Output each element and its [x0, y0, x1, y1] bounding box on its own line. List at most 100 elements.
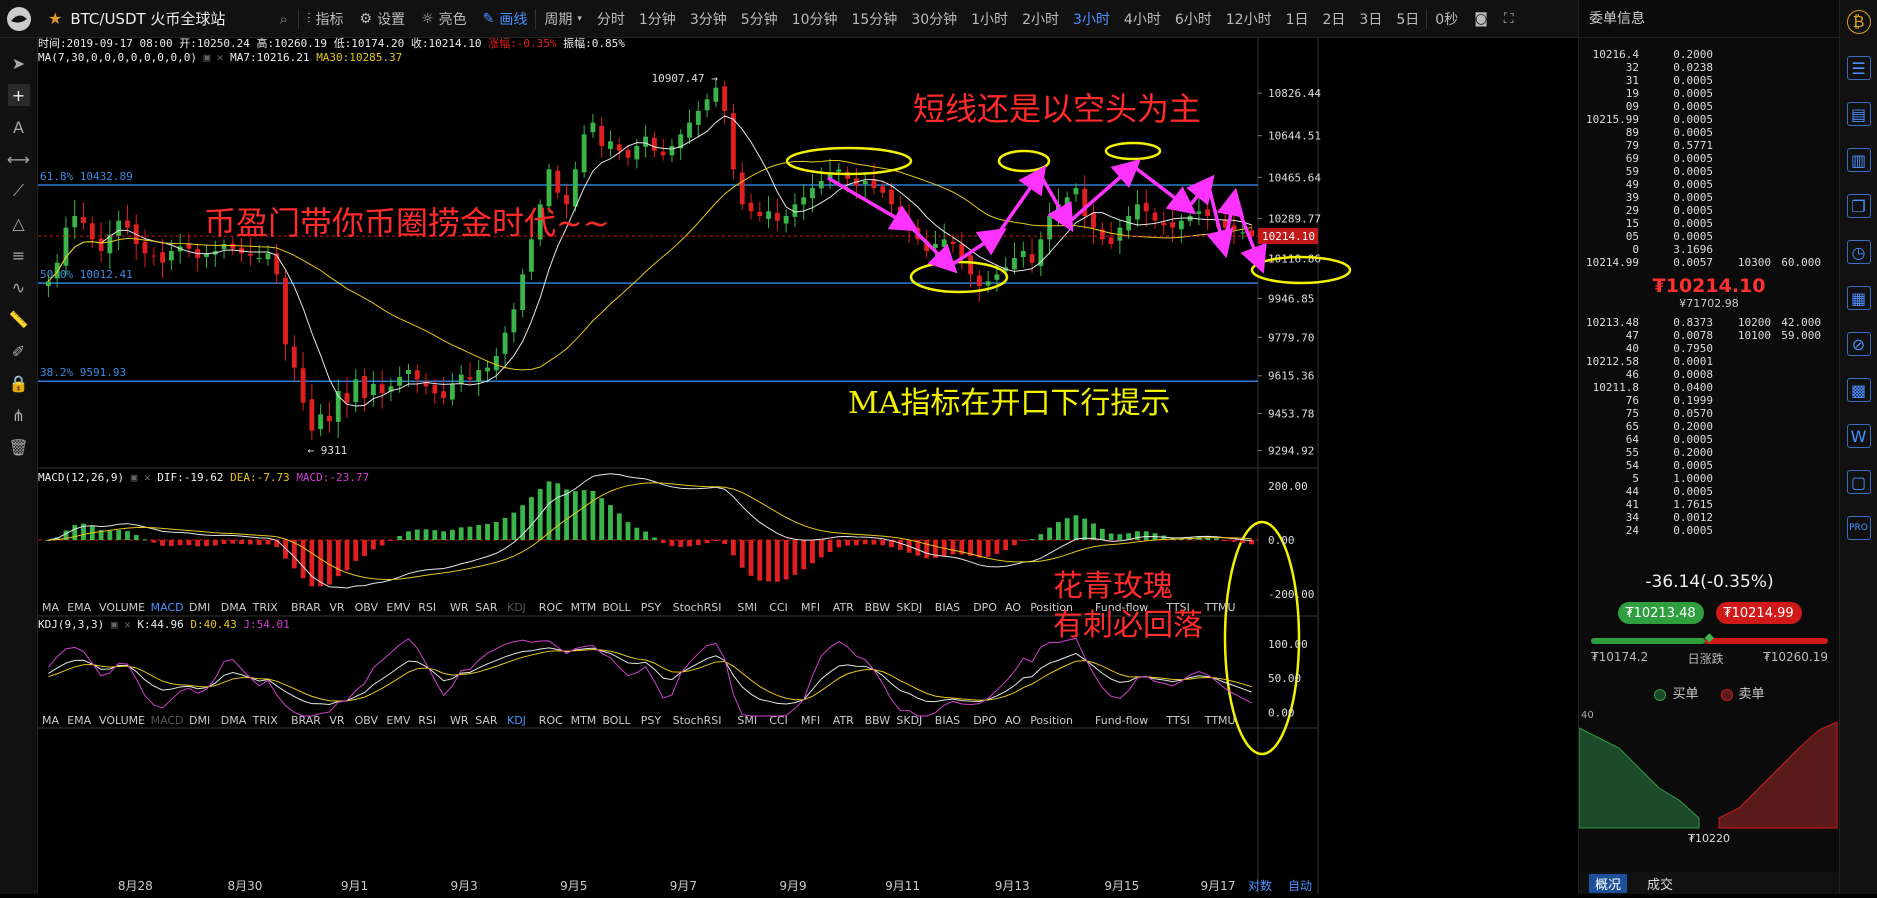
indicator-tab[interactable]: BOLL [602, 601, 631, 614]
chat-icon[interactable]: ▢ [1846, 470, 1871, 494]
orderbook-row[interactable]: 89 0.0005 [1579, 126, 1839, 139]
indicator-tab[interactable]: DMI [189, 601, 210, 614]
indicator-tab[interactable]: EMV [386, 601, 410, 614]
fib-icon[interactable]: ≡ [8, 244, 30, 266]
orderbook-row[interactable]: 34 0.0012 [1579, 511, 1839, 524]
indicator-tab[interactable]: MACD [151, 714, 184, 727]
orderbook-row[interactable]: 15 0.0005 [1579, 217, 1839, 230]
indicator-tab[interactable]: BBW [865, 601, 891, 614]
hline-icon[interactable]: ⟷ [7, 148, 30, 170]
fullscreen-button[interactable]: ⛶ [1496, 0, 1522, 38]
indicator-tab[interactable]: AO [1005, 601, 1021, 614]
indicator-tab[interactable]: RSI [418, 714, 436, 727]
indicator-tab[interactable]: EMA [67, 714, 91, 727]
list-icon[interactable]: ☰ [1846, 56, 1871, 80]
indicator-tab[interactable]: MFI [801, 601, 820, 614]
pro-icon[interactable]: PRO [1846, 516, 1871, 540]
indicator-tab[interactable]: MA [42, 714, 59, 727]
cursor-icon[interactable]: ➤ [8, 52, 30, 74]
tab-trades[interactable]: 成交 [1647, 874, 1673, 893]
ma-settings-icon[interactable]: ▣ [204, 51, 211, 64]
indicator-tab[interactable]: BOLL [602, 714, 631, 727]
orderbook-row[interactable]: 09 0.0005 [1579, 100, 1839, 113]
indicator-tab[interactable]: TRIX [252, 714, 279, 727]
indicator-tab[interactable]: BIAS [935, 601, 960, 614]
sell-button[interactable]: ₮10214.99 [1715, 602, 1802, 624]
orderbook-row[interactable]: 10215.99 0.0005 [1579, 113, 1839, 126]
period-5[interactable]: 15分钟 [844, 9, 904, 29]
period-15[interactable]: 3日 [1352, 9, 1389, 29]
orderbook-row[interactable]: 69 0.0005 [1579, 152, 1839, 165]
wave-icon[interactable]: ∿ [8, 276, 30, 298]
indicator-tab[interactable]: KDJ [507, 601, 526, 614]
indicator-tab[interactable]: CCI [769, 601, 788, 614]
orderbook-row[interactable]: 5 1.0000 [1579, 472, 1839, 485]
period-dropdown[interactable]: 周期 ▾ [536, 0, 590, 38]
indicator-tab[interactable]: OBV [355, 714, 379, 727]
buy-button[interactable]: ₮10213.48 [1617, 602, 1704, 624]
orderbook-row[interactable]: 32 0.0238 [1579, 61, 1839, 74]
orderbook-row[interactable]: 31 0.0005 [1579, 74, 1839, 87]
indicator-tab[interactable]: VR [329, 601, 345, 614]
orderbook-row[interactable]: 19 0.0005 [1579, 87, 1839, 100]
orderbook-row[interactable]: 10212.58 0.0001 [1579, 355, 1839, 368]
magnet-icon[interactable]: ⋔ [8, 404, 30, 426]
indicator-tab[interactable]: TTSI [1165, 714, 1189, 727]
period-12[interactable]: 12小时 [1219, 9, 1279, 29]
indicator-tab[interactable]: RSI [418, 601, 436, 614]
clock-icon[interactable]: ◷ [1846, 240, 1871, 264]
orderbook-row[interactable]: 0 3.1696 [1579, 243, 1839, 256]
period-14[interactable]: 2日 [1316, 9, 1353, 29]
bitcoin-icon[interactable]: ₿ [1846, 10, 1871, 34]
macd-settings-icon[interactable]: ▣ [131, 471, 138, 484]
orderbook-row[interactable]: 65 0.2000 [1579, 420, 1839, 433]
indicator-tab[interactable]: VOLUME [99, 714, 145, 727]
brush-icon[interactable]: ✐ [8, 340, 30, 362]
ruler-icon[interactable]: 📏 [8, 308, 30, 330]
period-9[interactable]: 3小时 [1066, 9, 1117, 29]
indicator-tab[interactable]: BIAS [935, 714, 960, 727]
depth-icon[interactable]: ▥ [1846, 148, 1871, 172]
indicator-tab[interactable]: StochRSI [673, 601, 722, 614]
indicator-tab[interactable]: ATR [833, 714, 854, 727]
orderbook-row[interactable]: 79 0.5771 [1579, 139, 1839, 152]
indicator-tab[interactable]: OBV [355, 601, 379, 614]
indicator-tab[interactable]: SAR [475, 714, 498, 727]
indicator-tab[interactable]: TRIX [252, 601, 279, 614]
indicator-tab[interactable]: VOLUME [99, 601, 145, 614]
chart-area[interactable]: 10826.44 10644.51 10465.64 10289.77 10116.86… [38, 37, 1578, 894]
orderbook-row[interactable]: 29 0.0005 [1579, 204, 1839, 217]
orderbook-row[interactable]: 10213.48 0.8373 10200 42.000 [1579, 316, 1839, 329]
draw-button[interactable]: ✎ 画线 [475, 0, 536, 38]
orderbook-row[interactable]: 10216.4 0.2000 [1579, 48, 1839, 61]
symbol-selector[interactable]: ★ BTC/USDT 火币全球站 ⌕ [38, 8, 298, 29]
wallet-icon[interactable]: W [1846, 424, 1871, 448]
orderbook-row[interactable]: 39 0.0005 [1579, 191, 1839, 204]
text-icon[interactable]: A [8, 116, 30, 138]
log-scale-toggle[interactable]: 对数 [1248, 878, 1272, 893]
period-3[interactable]: 5分钟 [734, 9, 785, 29]
orderbook-row[interactable]: 05 0.0005 [1579, 230, 1839, 243]
orderbook-row[interactable]: 47 0.0078 10100 59.000 [1579, 329, 1839, 342]
period-8[interactable]: 2小时 [1015, 9, 1066, 29]
app-logo[interactable] [0, 0, 38, 38]
orderbook-row[interactable]: 41 1.7615 [1579, 498, 1839, 511]
indicator-tab[interactable]: MTM [571, 714, 597, 727]
indicator-tab[interactable]: EMA [67, 601, 91, 614]
indicator-tab[interactable]: ROC [539, 601, 563, 614]
indicator-tab[interactable]: PSY [641, 601, 662, 614]
indicator-tab[interactable]: DMA [221, 714, 247, 727]
indicator-tab[interactable]: SMI [737, 601, 757, 614]
orders-icon[interactable]: ▤ [1846, 102, 1871, 126]
indicator-tab[interactable]: KDJ [507, 714, 526, 727]
indicator-tab[interactable]: DMA [221, 601, 247, 614]
indicator-tab[interactable]: Position [1030, 714, 1073, 727]
auto-scale-toggle[interactable]: 自动 [1288, 879, 1312, 893]
settings-button[interactable]: ⚙ 设置 [352, 0, 414, 38]
kdj-settings-icon[interactable]: ▣ [111, 618, 118, 631]
indicator-tab[interactable]: MA [42, 601, 59, 614]
search-icon[interactable]: ⌕ [280, 10, 288, 28]
orderbook-row[interactable]: 75 0.0570 [1579, 407, 1839, 420]
orderbook-row[interactable]: 76 0.1999 [1579, 394, 1839, 407]
orderbook-row[interactable]: 10211.8 0.0400 [1579, 381, 1839, 394]
